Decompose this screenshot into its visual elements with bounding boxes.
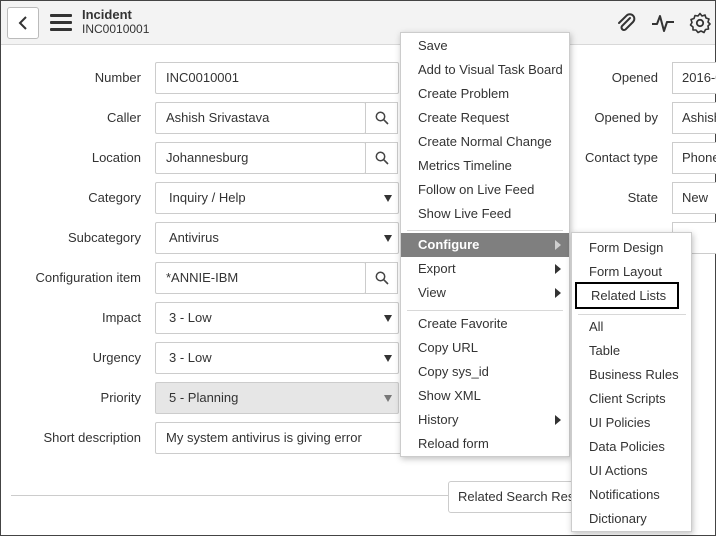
- priority-label: Priority: [100, 390, 141, 405]
- configure-submenu: Form Design Form Layout Related Lists Al…: [571, 232, 692, 532]
- menu-item-create-request[interactable]: Create Request: [401, 106, 569, 130]
- state-select[interactable]: New: [672, 182, 716, 214]
- submenu-item-related-lists[interactable]: Related Lists: [575, 282, 679, 309]
- submenu-item-client-scripts[interactable]: Client Scripts: [572, 387, 691, 411]
- contact-type-row: Contact type Phone: [1, 142, 716, 174]
- contact-type-select[interactable]: Phone: [672, 142, 716, 174]
- configuration-item-lookup-button[interactable]: [365, 262, 398, 294]
- chevron-left-icon: [18, 16, 27, 30]
- table-title: Incident: [82, 7, 132, 22]
- submenu-item-data-policies[interactable]: Data Policies: [572, 435, 691, 459]
- submenu-item-business-rules[interactable]: Business Rules: [572, 363, 691, 387]
- menu-item-show-xml[interactable]: Show XML: [401, 384, 569, 408]
- urgency-value: 3 - Low: [169, 350, 212, 365]
- impact-select[interactable]: 3 - Low: [155, 302, 399, 334]
- context-menu: Save Add to Visual Task Board Create Pro…: [400, 32, 570, 457]
- state-row: State New: [1, 182, 716, 214]
- opened-field[interactable]: 2016-0: [672, 62, 716, 94]
- menu-item-configure-label: Configure: [418, 237, 480, 252]
- menu-item-configure[interactable]: Configure: [401, 233, 569, 257]
- submenu-item-table[interactable]: Table: [572, 339, 691, 363]
- subcategory-label: Subcategory: [68, 230, 141, 245]
- opened-by-row: Opened by Ashish: [1, 102, 716, 134]
- submenu-item-dictionary[interactable]: Dictionary: [572, 507, 691, 531]
- search-icon: [375, 271, 389, 285]
- menu-item-export[interactable]: Export: [401, 257, 569, 281]
- form-header: Incident INC0010001: [1, 1, 715, 45]
- opened-by-field[interactable]: Ashish: [672, 102, 716, 134]
- menu-item-save[interactable]: Save: [401, 34, 569, 58]
- submenu-item-ui-policies[interactable]: UI Policies: [572, 411, 691, 435]
- hamburger-icon[interactable]: [50, 14, 72, 32]
- configuration-item-field[interactable]: *ANNIE-IBM: [155, 262, 366, 294]
- impact-value: 3 - Low: [169, 310, 212, 325]
- menu-item-history[interactable]: History: [401, 408, 569, 432]
- menu-item-reload-form[interactable]: Reload form: [401, 432, 569, 456]
- urgency-label: Urgency: [92, 350, 141, 365]
- menu-item-add-to-visual-task-board[interactable]: Add to Visual Task Board: [401, 58, 569, 82]
- menu-item-create-problem[interactable]: Create Problem: [401, 82, 569, 106]
- menu-item-create-favorite[interactable]: Create Favorite: [401, 312, 569, 336]
- menu-item-view[interactable]: View: [401, 281, 569, 305]
- submenu-item-all[interactable]: All: [572, 315, 691, 339]
- menu-separator: [407, 310, 563, 311]
- chevron-down-icon: [384, 235, 392, 242]
- menu-item-view-label: View: [418, 285, 446, 300]
- chevron-right-icon: [555, 240, 561, 250]
- submenu-item-ui-actions[interactable]: UI Actions: [572, 459, 691, 483]
- record-number: INC0010001: [82, 22, 150, 36]
- impact-label: Impact: [101, 310, 141, 325]
- menu-item-metrics-timeline[interactable]: Metrics Timeline: [401, 154, 569, 178]
- subcategory-value: Antivirus: [169, 230, 219, 245]
- menu-item-show-live-feed[interactable]: Show Live Feed: [401, 202, 569, 226]
- chevron-down-icon: [384, 315, 392, 322]
- paperclip-icon[interactable]: [613, 11, 639, 35]
- menu-item-create-normal-change[interactable]: Create Normal Change: [401, 130, 569, 154]
- menu-separator: [407, 230, 563, 231]
- chevron-right-icon: [555, 415, 561, 425]
- submenu-item-notifications[interactable]: Notifications: [572, 483, 691, 507]
- activity-icon[interactable]: [650, 11, 676, 35]
- record-title: Incident INC0010001: [82, 7, 150, 37]
- back-button[interactable]: [7, 7, 39, 39]
- menu-item-export-label: Export: [418, 261, 456, 276]
- chevron-right-icon: [555, 264, 561, 274]
- short-description-field[interactable]: My system antivirus is giving error: [155, 422, 415, 454]
- configuration-item-label: Configuration item: [35, 270, 142, 285]
- chevron-down-icon: [384, 395, 392, 402]
- priority-value: 5 - Planning: [169, 390, 239, 405]
- chevron-right-icon: [555, 288, 561, 298]
- opened-row: Opened 2016-0: [1, 62, 716, 94]
- short-description-label: Short description: [43, 430, 141, 445]
- chevron-down-icon: [384, 355, 392, 362]
- submenu-item-form-design[interactable]: Form Design: [572, 236, 691, 260]
- gear-icon[interactable]: [687, 11, 713, 35]
- priority-select: 5 - Planning: [155, 382, 399, 414]
- menu-item-history-label: History: [418, 412, 459, 427]
- menu-item-copy-url[interactable]: Copy URL: [401, 336, 569, 360]
- submenu-item-form-layout[interactable]: Form Layout: [572, 260, 691, 284]
- urgency-select[interactable]: 3 - Low: [155, 342, 399, 374]
- related-search-results-button[interactable]: Related Search Results: [448, 481, 588, 513]
- menu-item-copy-sys-id[interactable]: Copy sys_id: [401, 360, 569, 384]
- menu-item-follow-on-live-feed[interactable]: Follow on Live Feed: [401, 178, 569, 202]
- subcategory-select[interactable]: Antivirus: [155, 222, 399, 254]
